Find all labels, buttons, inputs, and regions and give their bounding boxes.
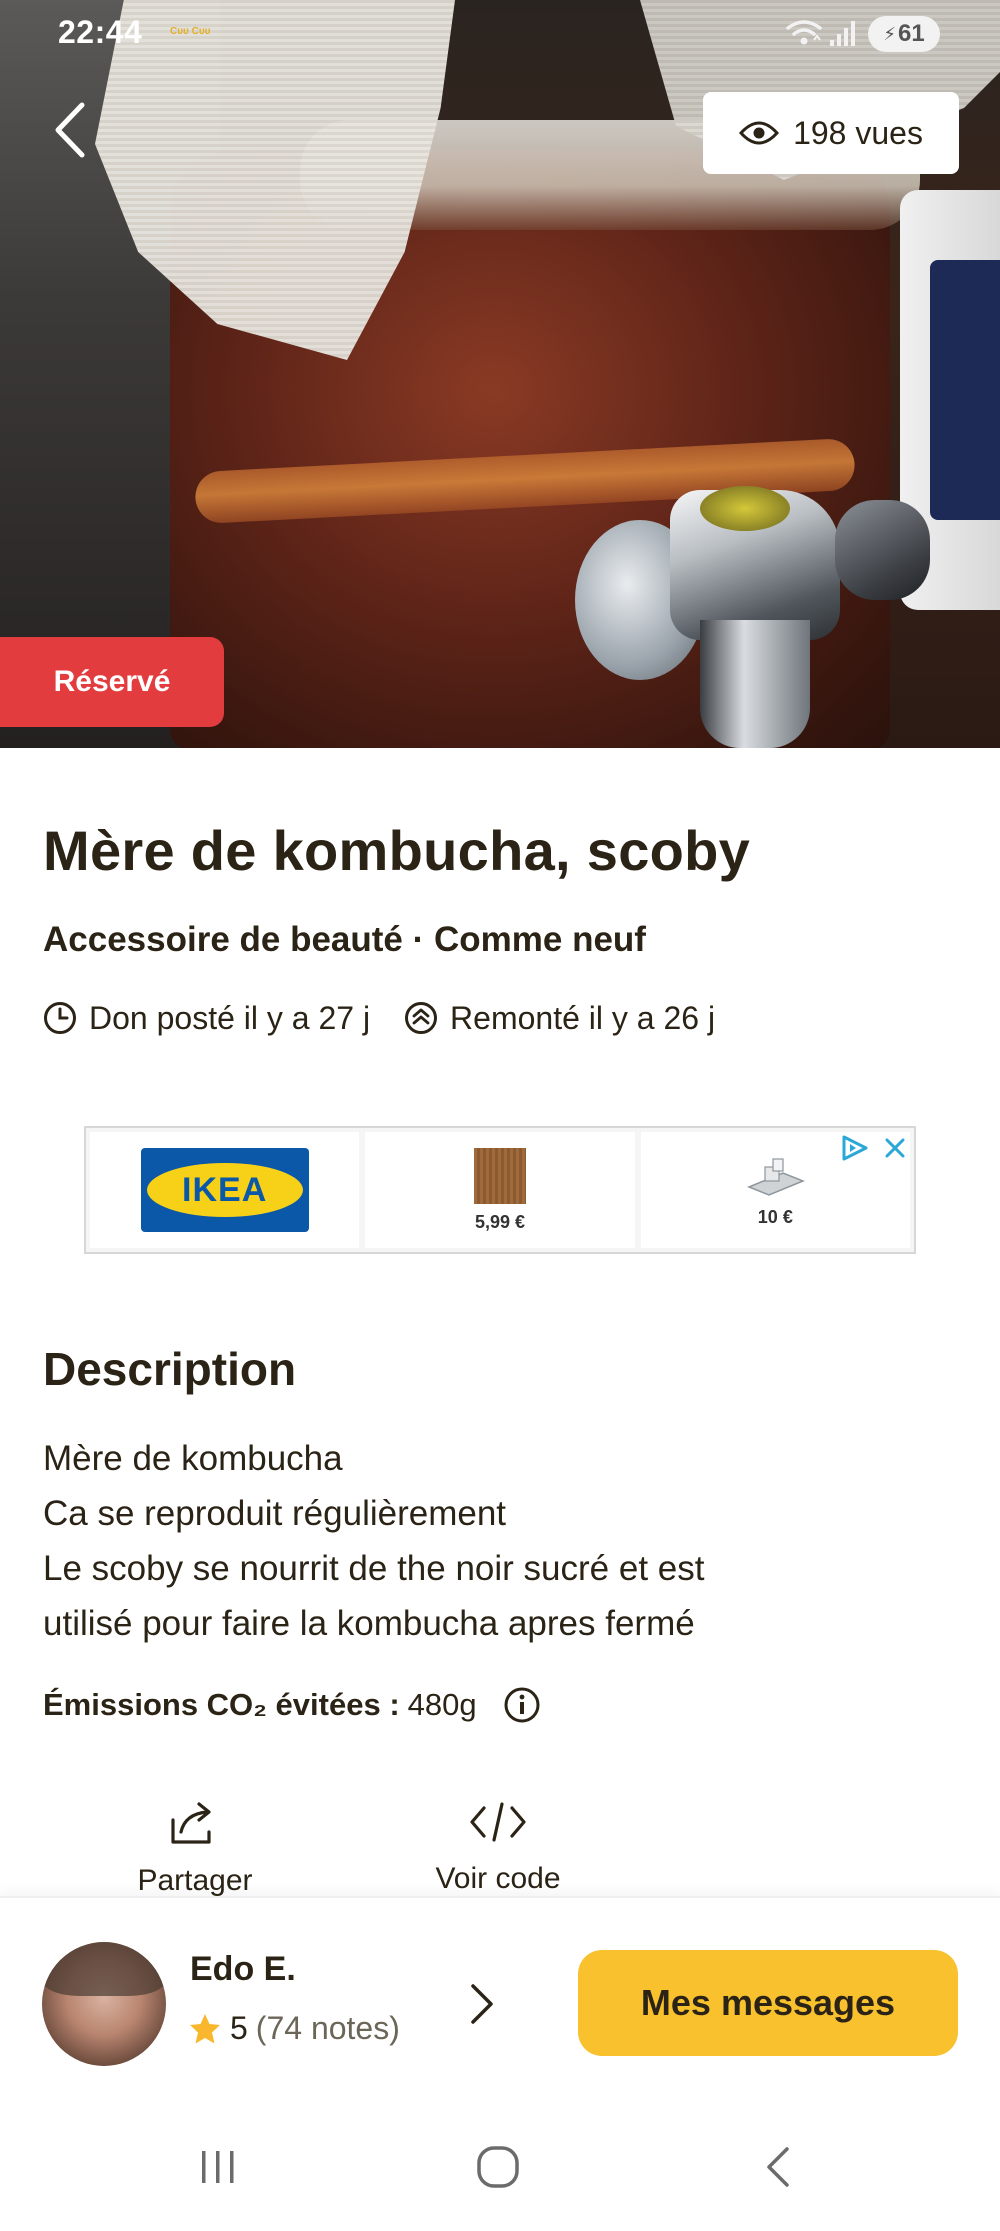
info-icon <box>504 1687 540 1723</box>
description-line: Ca se reproduit régulièrement <box>43 1494 507 1533</box>
posted-label: Don posté il y a 27 j <box>89 999 371 1036</box>
seller-profile-link[interactable] <box>462 1974 502 2034</box>
bump-up-icon <box>405 1002 438 1034</box>
battery-indicator: ⚡ 61 <box>868 16 940 52</box>
ad-price: 10 € <box>757 1206 793 1227</box>
ikea-logo-text: IKEA <box>146 1163 303 1217</box>
recents-button[interactable] <box>188 2142 248 2192</box>
ad-price: 5,99 € <box>474 1211 526 1232</box>
product-tray-image <box>747 1157 806 1196</box>
posted-info: Don posté il y a 27 j <box>43 1000 370 1037</box>
reserved-badge: Réservé <box>0 637 224 727</box>
tap-cap <box>700 486 790 531</box>
description-line: Mère de kombucha <box>43 1439 343 1478</box>
seller-rating: 5 (74 notes) <box>188 2010 400 2047</box>
home-icon <box>477 2146 519 2188</box>
product-swatch-image <box>473 1147 526 1204</box>
view-code-label: Voir code <box>435 1862 561 1895</box>
share-button[interactable]: Partager <box>95 1800 295 1898</box>
rating-value: 5 <box>230 2010 248 2046</box>
my-messages-button[interactable]: Mes messages <box>578 1950 958 2056</box>
ad-product-cell[interactable]: 10 € <box>640 1132 910 1248</box>
description-text: Mère de kombucha Ca se reproduit réguliè… <box>43 1431 943 1651</box>
system-back-button[interactable] <box>748 2142 808 2192</box>
system-nav-bar <box>0 2096 1000 2231</box>
back-icon <box>767 2147 789 2187</box>
co2-label: Émissions CO₂ évitées : <box>43 1687 400 1722</box>
close-icon[interactable] <box>884 1137 906 1159</box>
description-heading: Description <box>43 1343 297 1395</box>
home-button[interactable] <box>468 2142 528 2192</box>
info-button[interactable] <box>503 1686 541 1724</box>
views-count: 198 vues <box>793 114 923 151</box>
back-button[interactable] <box>40 90 100 170</box>
listing-title: Mère de kombucha, scoby <box>43 819 751 882</box>
ad-choices[interactable] <box>840 1134 906 1162</box>
ad-banner[interactable]: IKEA 5,99 € 10 € <box>84 1126 916 1254</box>
status-bar: 22:44 Cᴜᴜ Cᴜᴜ ⚡ 61 <box>0 0 1000 66</box>
wifi-icon <box>786 20 822 45</box>
view-code-button[interactable]: Voir code <box>398 1800 598 1896</box>
status-time: 22:44 <box>58 14 143 50</box>
battery-level: 61 <box>897 20 925 47</box>
tap-spout <box>700 620 810 748</box>
recents-icon <box>202 2151 234 2183</box>
listing-meta: Don posté il y a 27 j Remonté il y a 26 … <box>43 996 715 1040</box>
share-icon <box>171 1802 211 1844</box>
description-line: utilisé pour faire la kombucha apres fer… <box>43 1604 695 1643</box>
seller-bar: Edo E. 5 (74 notes) Mes messages <box>0 1896 1000 2096</box>
ad-brand-cell[interactable]: IKEA <box>90 1132 360 1248</box>
ikea-logo: IKEA <box>140 1148 309 1232</box>
chevron-left-icon <box>55 102 85 158</box>
share-label: Partager <box>137 1864 253 1897</box>
star-icon <box>190 2013 220 2043</box>
tap-handle <box>835 500 930 600</box>
adchoices-icon[interactable] <box>840 1134 870 1162</box>
chevron-right-icon <box>471 1984 493 2024</box>
views-badge: 198 vues <box>703 92 959 174</box>
signal-icon <box>830 21 855 46</box>
seller-name[interactable]: Edo E. <box>190 1950 296 1989</box>
charging-bolt-icon: ⚡ <box>883 23 896 44</box>
co2-savings: Émissions CO₂ évitées : 480g <box>43 1680 541 1730</box>
description-line: Le scoby se nourrit de the noir sucré et… <box>43 1549 705 1588</box>
bumped-label: Remonté il y a 26 j <box>450 999 716 1036</box>
notification-icons: Cᴜᴜ Cᴜᴜ <box>170 26 211 37</box>
eye-icon <box>739 121 780 145</box>
clock-icon <box>44 1002 76 1034</box>
ad-product-cell[interactable]: 5,99 € <box>365 1132 635 1248</box>
code-icon <box>470 1802 526 1842</box>
listing-category-condition: Accessoire de beauté · Comme neuf <box>43 920 646 959</box>
seller-avatar[interactable] <box>42 1942 166 2066</box>
bumped-info: Remonté il y a 26 j <box>404 1000 715 1037</box>
co2-value: 480g <box>407 1687 477 1722</box>
rating-count: (74 notes) <box>255 2010 400 2046</box>
